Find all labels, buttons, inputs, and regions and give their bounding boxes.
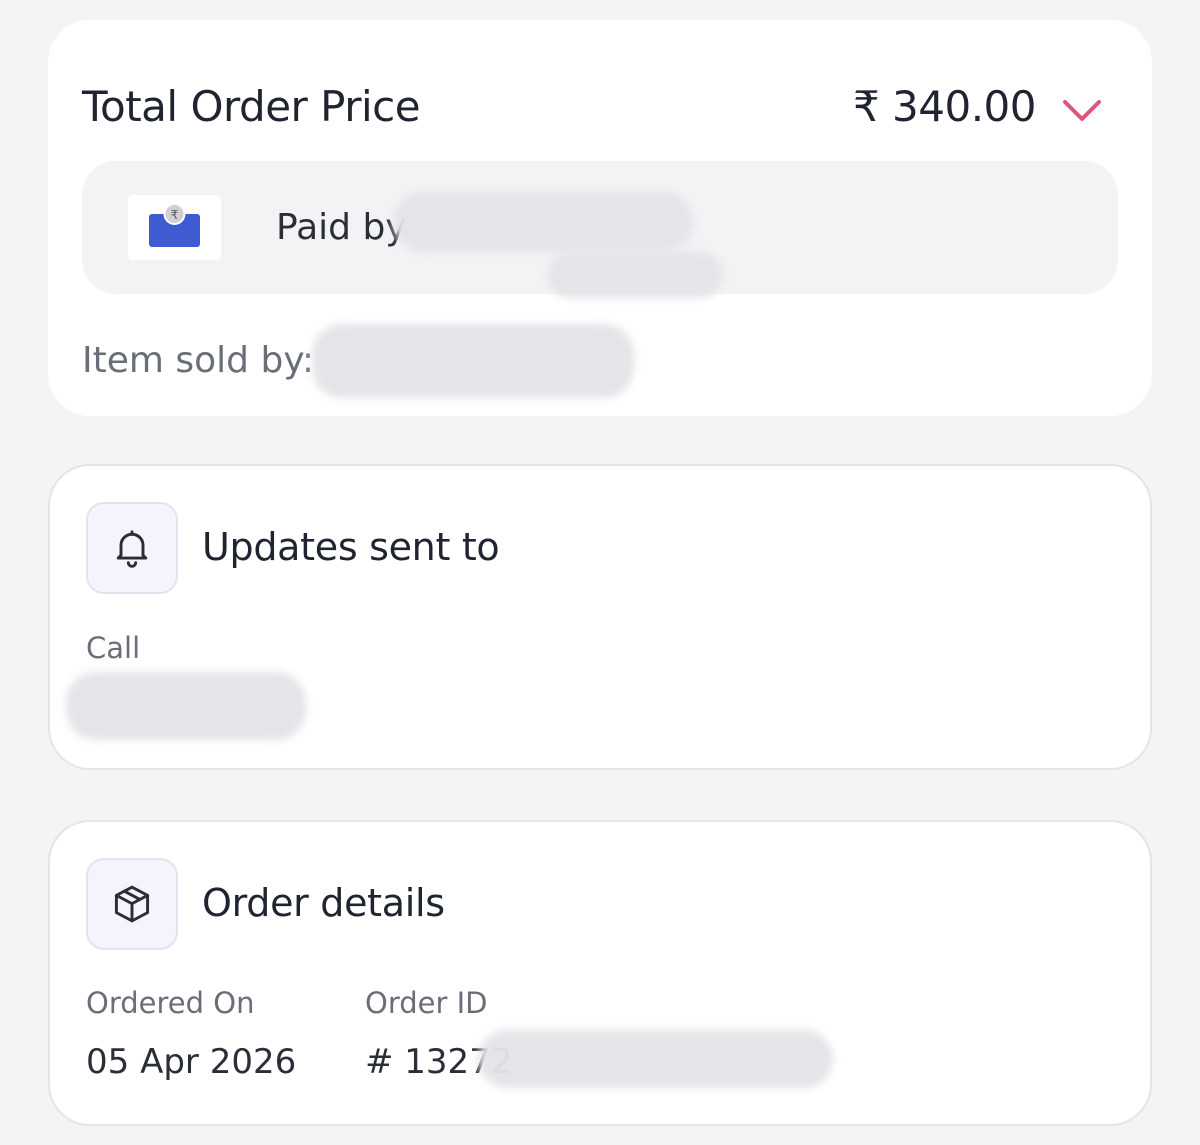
redacted-order-id xyxy=(478,1030,833,1088)
redacted-payment-method-tail xyxy=(548,252,723,298)
payment-method-text: Paid by xyxy=(276,207,407,248)
contact-channel-label: Call xyxy=(86,631,141,665)
order-details-title: Order details xyxy=(202,881,445,925)
item-sold-by-text: Item sold by: xyxy=(82,340,315,381)
price-summary-card: Total Order Price ₹ 340.00 ₹ Paid by Ite… xyxy=(48,20,1152,416)
bell-icon xyxy=(116,530,148,568)
updates-card: Updates sent to Call xyxy=(48,464,1152,770)
package-icon-tile xyxy=(86,858,178,950)
package-icon xyxy=(114,885,150,923)
order-details-card: Order details Ordered On 05 Apr 2026 Ord… xyxy=(48,820,1152,1126)
redacted-seller-name xyxy=(312,324,634,398)
total-order-price-amount: ₹ 340.00 xyxy=(852,82,1037,131)
ordered-on-value: 05 Apr 2026 xyxy=(86,1042,297,1082)
updates-sent-to-title: Updates sent to xyxy=(202,525,500,569)
redacted-phone-number xyxy=(66,672,306,740)
order-id-label: Order ID xyxy=(365,986,488,1020)
ordered-on-label: Ordered On xyxy=(86,986,255,1020)
redacted-payment-method xyxy=(393,192,693,252)
total-order-price-label: Total Order Price xyxy=(82,82,421,131)
svg-text:₹: ₹ xyxy=(171,208,179,222)
chevron-down-icon[interactable] xyxy=(1060,92,1104,128)
bell-icon-tile xyxy=(86,502,178,594)
wallet-icon: ₹ xyxy=(128,195,221,260)
